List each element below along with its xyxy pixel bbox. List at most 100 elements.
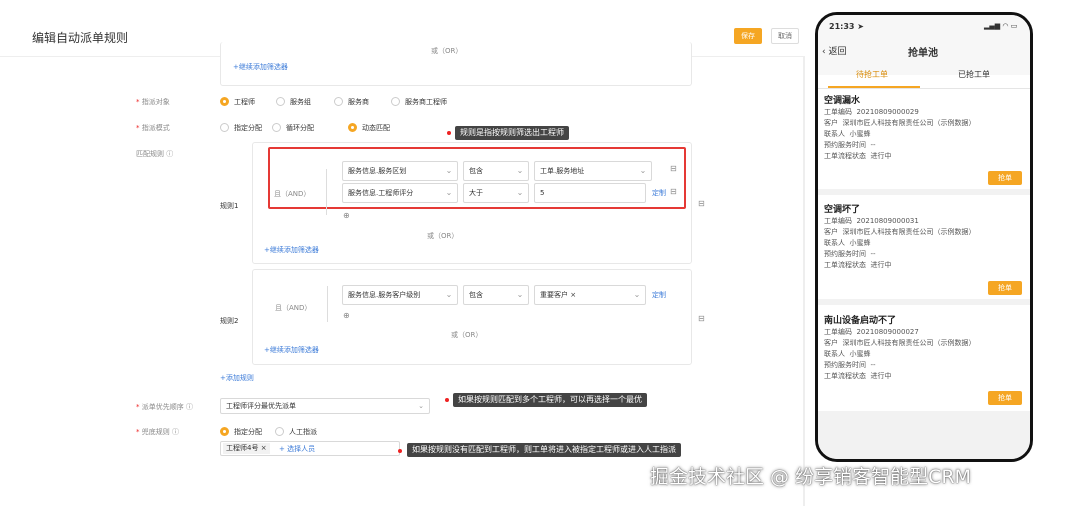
radio-dynamic[interactable] bbox=[348, 123, 357, 132]
option-round-robin: 循环分配 bbox=[286, 124, 314, 132]
card-contact: 联系人 小蜜蜂 bbox=[824, 239, 871, 247]
priority-select[interactable]: 工程师评分最优先派单 ⌄ bbox=[220, 398, 430, 414]
callout-dot bbox=[447, 131, 451, 135]
status-time: 21:33 ➤ bbox=[829, 22, 864, 31]
status-icons: ▂▄▆ ◠ ▭ bbox=[984, 22, 1018, 30]
radio-round-robin[interactable] bbox=[272, 123, 281, 132]
card-contact: 联系人 小蜜蜂 bbox=[824, 130, 871, 138]
and-label: 且（AND） bbox=[274, 190, 311, 198]
rule2-delete-icon[interactable]: ⊟ bbox=[698, 314, 705, 323]
rule1-delete-icon[interactable]: ⊟ bbox=[698, 199, 705, 208]
radio-engineer[interactable] bbox=[220, 97, 229, 106]
add-condition-icon[interactable]: ⊕ bbox=[343, 311, 350, 320]
rule2-value-select[interactable]: 重要客户 × ⌄ bbox=[534, 285, 646, 305]
radio-assign[interactable] bbox=[220, 123, 229, 132]
rule1-value1-select[interactable]: 工单.服务地址 ⌄ bbox=[534, 161, 652, 181]
card-customer: 客户 深圳市匠人科技有限责任公司（示例数据） bbox=[824, 228, 976, 236]
card-customer: 客户 深圳市匠人科技有限责任公司（示例数据） bbox=[824, 119, 976, 127]
radio-fallback-assign[interactable] bbox=[220, 427, 229, 436]
and-label: 且（AND） bbox=[275, 304, 312, 312]
cancel-button[interactable]: 取消 bbox=[771, 28, 799, 44]
rule2-name: 规则2 bbox=[220, 317, 239, 325]
list-bottom bbox=[818, 411, 1030, 459]
rule2-box: 规则2 且（AND） 或（OR） +继续添加筛选器 bbox=[220, 269, 692, 365]
phone-frame: 21:33 ➤ ▂▄▆ ◠ ▭ ‹ 返回 抢单池 待抢工单 已抢工单 空调漏水 … bbox=[815, 12, 1033, 462]
callout-fallback: 如果按规则没有匹配到工程师，则工单将进入被指定工程师或进入人工指派 bbox=[407, 443, 681, 457]
callout-dot bbox=[445, 398, 449, 402]
rule1-field1-select[interactable]: 服务信息.服务区划 ⌄ bbox=[342, 161, 458, 181]
callout-priority: 如果按规则匹配到多个工程师，可以再选择一个最优 bbox=[453, 393, 647, 407]
card-title: 空调坏了 bbox=[824, 205, 861, 215]
option-assign: 指定分配 bbox=[234, 124, 262, 132]
option-provider: 服务商 bbox=[348, 98, 369, 106]
custom-link[interactable]: 定制 bbox=[652, 290, 666, 300]
radio-provider-engineer[interactable] bbox=[391, 97, 400, 106]
vertical-scrollbar[interactable] bbox=[803, 56, 805, 506]
page-title: 编辑自动派单规则 bbox=[32, 31, 129, 45]
card-number: 工单编码 20210809000029 bbox=[824, 108, 919, 116]
add-filter-link[interactable]: +继续添加筛选器 bbox=[264, 345, 319, 355]
target-label: * 指派对象 bbox=[136, 98, 170, 106]
rule-section-label: 匹配规则 ⓘ bbox=[136, 150, 174, 158]
tab-grabbed[interactable]: 已抢工单 bbox=[958, 69, 990, 80]
and-bracket bbox=[326, 169, 327, 215]
back-button[interactable]: ‹ 返回 bbox=[822, 44, 846, 57]
tab-pending[interactable]: 待抢工单 bbox=[856, 69, 888, 80]
card-status: 工单流程状态 进行中 bbox=[824, 152, 892, 160]
card-appointment: 预约服务时间 -- bbox=[824, 250, 876, 258]
rule1-name: 规则1 bbox=[220, 202, 239, 210]
option-fallback-assign: 指定分配 bbox=[234, 428, 262, 436]
rule2-op-select[interactable]: 包含 ⌄ bbox=[463, 285, 529, 305]
delete-icon[interactable]: ⊟ bbox=[670, 187, 677, 196]
rule1-op1-select[interactable]: 包含 ⌄ bbox=[463, 161, 529, 181]
option-service-group: 服务组 bbox=[290, 98, 311, 106]
card-title: 南山设备启动不了 bbox=[824, 316, 897, 326]
fallback-person-field[interactable]: 工程师4号 × + 选择人员 bbox=[220, 441, 400, 456]
mode-label: * 指派模式 bbox=[136, 124, 170, 132]
grab-button[interactable]: 抢单 bbox=[988, 171, 1022, 185]
rule1-op2-select[interactable]: 大于 ⌄ bbox=[463, 183, 529, 203]
card-status: 工单流程状态 进行中 bbox=[824, 261, 892, 269]
radio-provider[interactable] bbox=[334, 97, 343, 106]
save-button[interactable]: 保存 bbox=[734, 28, 762, 44]
list-item[interactable]: 空调漏水 工单编码 20210809000029 客户 深圳市匠人科技有限责任公… bbox=[818, 89, 1030, 189]
add-rule-link[interactable]: +添加规则 bbox=[220, 373, 254, 383]
previous-filter-group: 或（OR） +继续添加筛选器 bbox=[220, 42, 692, 86]
rule1-value2-input[interactable]: 5 bbox=[534, 183, 646, 203]
grab-button[interactable]: 抢单 bbox=[988, 281, 1022, 295]
phone-title: 抢单池 bbox=[908, 48, 938, 59]
or-label: 或（OR） bbox=[451, 331, 483, 339]
card-number: 工单编码 20210809000031 bbox=[824, 217, 919, 225]
list-item[interactable]: 空调坏了 工单编码 20210809000031 客户 深圳市匠人科技有限责任公… bbox=[818, 195, 1030, 299]
add-condition-icon[interactable]: ⊕ bbox=[343, 211, 350, 220]
option-dynamic: 动态匹配 bbox=[362, 124, 390, 132]
select-person-link[interactable]: + 选择人员 bbox=[279, 444, 315, 454]
radio-service-group[interactable] bbox=[276, 97, 285, 106]
callout-dot bbox=[398, 449, 402, 453]
rule2-field-select[interactable]: 服务信息.服务客户级别 ⌄ bbox=[342, 285, 458, 305]
delete-icon[interactable]: ⊟ bbox=[670, 164, 677, 173]
priority-label: * 派单优先顺序 ⓘ bbox=[136, 403, 193, 411]
fallback-label: * 兜底规则 ⓘ bbox=[136, 428, 179, 436]
callout-rule-filter: 规则是指按规则筛选出工程师 bbox=[455, 126, 569, 140]
custom-link[interactable]: 定制 bbox=[652, 188, 666, 198]
card-contact: 联系人 小蜜蜂 bbox=[824, 350, 871, 358]
grab-button[interactable]: 抢单 bbox=[988, 391, 1022, 405]
radio-fallback-manual[interactable] bbox=[275, 427, 284, 436]
card-status: 工单流程状态 进行中 bbox=[824, 372, 892, 380]
or-label: 或（OR） bbox=[427, 232, 459, 240]
person-tag: 工程师4号 × bbox=[223, 443, 270, 454]
rule1-field2-select[interactable]: 服务信息.工程师评分 ⌄ bbox=[342, 183, 458, 203]
card-appointment: 预约服务时间 -- bbox=[824, 361, 876, 369]
or-label: 或（OR） bbox=[431, 47, 463, 55]
option-fallback-manual: 人工指派 bbox=[289, 428, 317, 436]
option-provider-engineer: 服务商工程师 bbox=[405, 98, 447, 106]
option-engineer: 工程师 bbox=[234, 98, 255, 106]
add-filter-link[interactable]: +继续添加筛选器 bbox=[233, 62, 288, 72]
credit-watermark: 掘金技术社区 @ 纷享销客智能型CRM bbox=[650, 466, 971, 488]
card-appointment: 预约服务时间 -- bbox=[824, 141, 876, 149]
card-customer: 客户 深圳市匠人科技有限责任公司（示例数据） bbox=[824, 339, 976, 347]
list-item[interactable]: 南山设备启动不了 工单编码 20210809000027 客户 深圳市匠人科技有… bbox=[818, 305, 1030, 411]
and-bracket bbox=[327, 286, 328, 322]
add-filter-link[interactable]: +继续添加筛选器 bbox=[264, 245, 319, 255]
